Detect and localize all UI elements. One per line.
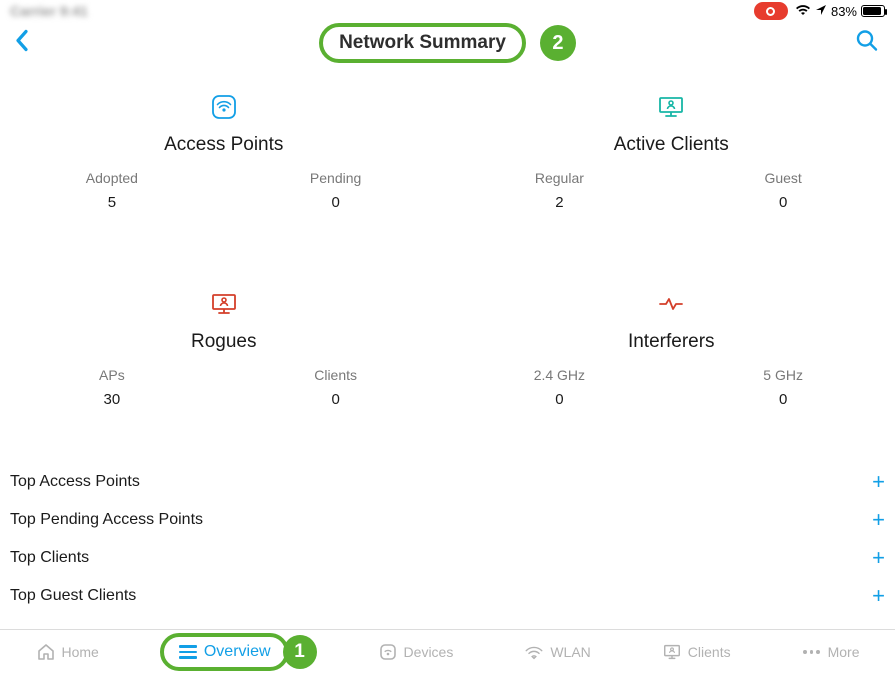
tab-label: More: [828, 644, 860, 660]
list-row-top-guest-clients[interactable]: Top Guest Clients +: [0, 577, 895, 615]
card-title: Interferers: [628, 331, 715, 353]
battery-percent: 83%: [831, 4, 857, 19]
access-point-icon: [211, 94, 237, 120]
summary-grid: Access Points Adopted 5 Pending 0 Active…: [0, 64, 895, 463]
tab-label: Overview: [204, 643, 271, 661]
list-label: Top Access Points: [10, 473, 140, 491]
tab-bar: Home Overview 1 Devices WLAN Clients Mor…: [0, 630, 895, 674]
client-icon: [657, 94, 685, 120]
battery-icon: [861, 5, 885, 17]
list-label: Top Clients: [10, 549, 89, 567]
tab-home[interactable]: Home: [26, 634, 109, 670]
list-row-top-clients[interactable]: Top Clients +: [0, 539, 895, 577]
list-label: Top Pending Access Points: [10, 511, 203, 529]
screen-record-indicator: [754, 2, 788, 20]
back-button[interactable]: [14, 29, 30, 58]
card-interferers[interactable]: Interferers 2.4 GHz 0 5 GHz 0: [448, 291, 895, 408]
status-right: 83%: [754, 2, 885, 20]
status-bar: Carrier 9:41 83%: [0, 0, 895, 22]
card-title: Access Points: [164, 134, 283, 156]
top-lists: Top Access Points + Top Pending Access P…: [0, 463, 895, 615]
stat-label: Clients: [314, 367, 357, 383]
nav-bar: Network Summary 2: [0, 22, 895, 64]
interferer-icon: [658, 291, 684, 317]
tab-wlan[interactable]: WLAN: [514, 634, 600, 670]
card-active-clients[interactable]: Active Clients Regular 2 Guest 0: [448, 94, 895, 211]
tab-label: Clients: [688, 644, 731, 660]
home-icon: [36, 642, 56, 662]
status-left-blurred: Carrier 9:41: [10, 3, 88, 19]
tab-label: Home: [62, 644, 99, 660]
card-access-points[interactable]: Access Points Adopted 5 Pending 0: [0, 94, 448, 211]
stat-value: 30: [104, 391, 121, 408]
stat-value: 0: [779, 194, 787, 211]
list-row-top-pending-aps[interactable]: Top Pending Access Points +: [0, 501, 895, 539]
rogue-icon: [210, 291, 238, 317]
stat-label: Guest: [764, 170, 801, 186]
stat-label: 2.4 GHz: [534, 367, 585, 383]
overview-icon: [178, 642, 198, 662]
stat-value: 2: [555, 194, 563, 211]
plus-icon[interactable]: +: [872, 585, 885, 607]
clients-icon: [662, 642, 682, 662]
stat-value: 0: [779, 391, 787, 408]
location-icon: [815, 4, 827, 19]
stat-label: APs: [99, 367, 125, 383]
stat-value: 0: [331, 194, 339, 211]
callout-title-oval: Network Summary: [319, 23, 526, 63]
card-title: Rogues: [191, 331, 257, 353]
stat-label: Pending: [310, 170, 361, 186]
search-button[interactable]: [855, 29, 879, 58]
card-title: Active Clients: [614, 134, 729, 156]
stat-label: Adopted: [86, 170, 138, 186]
plus-icon[interactable]: +: [872, 547, 885, 569]
tab-overview[interactable]: Overview: [160, 633, 289, 671]
tab-devices[interactable]: Devices: [368, 634, 464, 670]
callout-badge-2: 2: [540, 25, 576, 61]
stat-value: 0: [555, 391, 563, 408]
wifi-icon: [795, 4, 811, 19]
tab-clients[interactable]: Clients: [652, 634, 741, 670]
wlan-icon: [524, 642, 544, 662]
tab-more[interactable]: More: [792, 634, 870, 670]
devices-icon: [378, 642, 398, 662]
stat-value: 5: [108, 194, 116, 211]
callout-badge-1: 1: [283, 635, 317, 669]
stat-label: Regular: [535, 170, 584, 186]
list-row-top-aps[interactable]: Top Access Points +: [0, 463, 895, 501]
more-icon: [802, 642, 822, 662]
page-title: Network Summary: [339, 32, 506, 54]
list-label: Top Guest Clients: [10, 587, 136, 605]
plus-icon[interactable]: +: [872, 509, 885, 531]
plus-icon[interactable]: +: [872, 471, 885, 493]
stat-label: 5 GHz: [763, 367, 803, 383]
stat-value: 0: [331, 391, 339, 408]
tab-label: WLAN: [550, 644, 590, 660]
card-rogues[interactable]: Rogues APs 30 Clients 0: [0, 291, 448, 408]
tab-label: Devices: [404, 644, 454, 660]
